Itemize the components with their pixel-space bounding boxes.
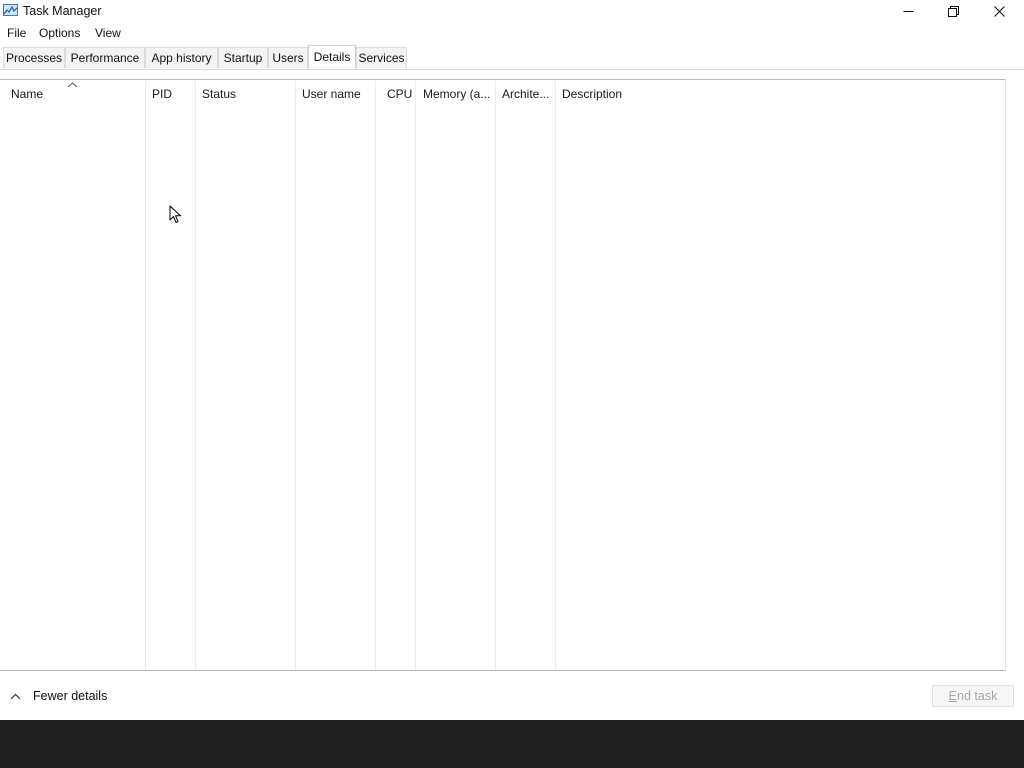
column-header-cpu[interactable]: CPU	[387, 87, 412, 101]
window-title: Task Manager	[23, 4, 102, 18]
close-icon	[993, 5, 1005, 17]
minimize-button[interactable]	[885, 0, 931, 22]
sort-up-icon	[67, 82, 78, 88]
column-separator[interactable]	[145, 81, 146, 670]
column-header-description[interactable]: Description	[562, 87, 622, 101]
column-header-status[interactable]: Status	[202, 87, 236, 101]
fewer-details-label: Fewer details	[33, 689, 108, 703]
details-table: Name PID Status User name CPU Memory (a.…	[0, 79, 1006, 671]
vertical-scrollbar[interactable]	[1007, 80, 1024, 670]
footer-bar: Fewer details End task	[0, 672, 1024, 720]
column-header-architecture[interactable]: Archite...	[502, 87, 549, 101]
tab-performance[interactable]: Performance	[65, 47, 145, 68]
tab-services[interactable]: Services	[356, 47, 407, 68]
end-task-button[interactable]: End task	[932, 685, 1014, 707]
tab-details[interactable]: Details	[308, 45, 356, 69]
menu-file[interactable]: File	[7, 26, 26, 40]
restore-icon	[947, 5, 959, 17]
tab-strip: Processes Performance App history Startu…	[0, 45, 1024, 70]
column-header-memory[interactable]: Memory (a...	[423, 87, 490, 101]
maximize-button[interactable]	[930, 0, 976, 22]
tab-app-history[interactable]: App history	[145, 47, 218, 68]
menu-options[interactable]: Options	[39, 26, 80, 40]
mouse-cursor-icon	[169, 205, 181, 223]
fewer-details-button[interactable]: Fewer details	[10, 688, 107, 704]
title-bar[interactable]: Task Manager	[0, 0, 1024, 22]
column-separator[interactable]	[555, 81, 556, 670]
close-button[interactable]	[976, 0, 1022, 22]
column-separator[interactable]	[195, 81, 196, 670]
column-separator[interactable]	[415, 81, 416, 670]
task-manager-icon	[3, 4, 18, 16]
column-header-pid[interactable]: PID	[152, 87, 172, 101]
column-header-name[interactable]: Name	[11, 87, 43, 101]
column-separator[interactable]	[295, 81, 296, 670]
end-task-label: nd task	[957, 689, 998, 703]
column-header-user-name[interactable]: User name	[302, 87, 361, 101]
menu-bar: File Options View	[0, 23, 1024, 42]
column-separator[interactable]	[495, 81, 496, 670]
chevron-up-icon	[10, 693, 21, 699]
tab-users[interactable]: Users	[268, 47, 308, 68]
minimize-icon	[903, 10, 913, 12]
tab-processes[interactable]: Processes	[3, 47, 65, 68]
menu-view[interactable]: View	[95, 26, 121, 40]
column-separator[interactable]	[375, 81, 376, 670]
tab-startup[interactable]: Startup	[218, 47, 268, 68]
end-task-accelerator: E	[948, 689, 958, 703]
task-manager-window: Task Manager File Options View Processes…	[0, 0, 1024, 720]
